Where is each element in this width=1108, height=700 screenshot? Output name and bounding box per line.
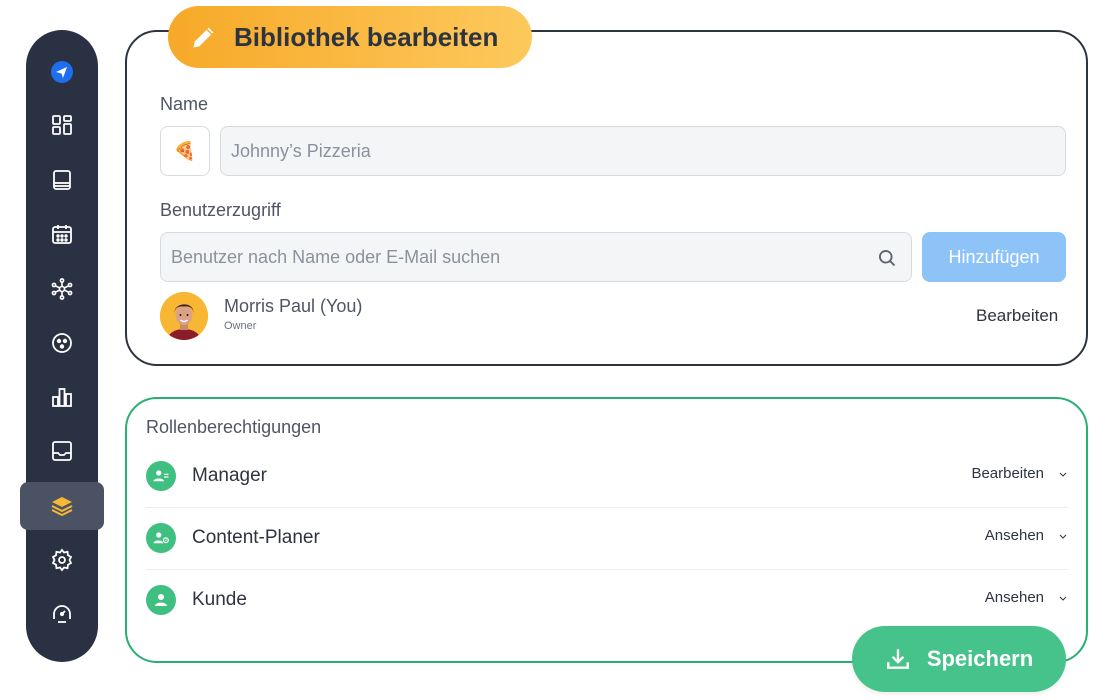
role-name: Content-Planer (192, 527, 320, 548)
save-button[interactable]: Speichern (852, 626, 1066, 692)
settings-icon[interactable] (44, 542, 80, 578)
dashboard-icon[interactable] (44, 107, 80, 143)
kunde-role-icon (146, 585, 176, 615)
role-name: Manager (192, 465, 267, 486)
layers-icon[interactable] (44, 488, 80, 524)
calendar-icon[interactable] (44, 216, 80, 252)
role-permission-value: Bearbeiten (971, 465, 1044, 482)
role-name: Kunde (192, 589, 247, 610)
library-name-field[interactable]: Johnny’s Pizzeria (220, 126, 1066, 176)
search-icon[interactable] (877, 248, 897, 268)
user-search-input[interactable]: Benutzer nach Name oder E-Mail suchen (160, 232, 912, 282)
chevron-down-icon (1059, 596, 1067, 601)
user-name: Morris Paul (You) (224, 296, 363, 316)
inbox-icon[interactable] (44, 433, 80, 469)
add-user-button[interactable]: Hinzufügen (922, 232, 1066, 282)
chevron-down-icon (1059, 534, 1067, 539)
user-access-label: Benutzerzugriff (160, 200, 281, 220)
emoji-picker-button[interactable]: 🍕 (160, 126, 210, 176)
role-row-kunde: Kunde Ansehen (146, 570, 1068, 632)
chevron-down-icon (1059, 472, 1067, 477)
page-title: Bibliothek bearbeiten (234, 21, 499, 52)
content-planer-role-icon (146, 523, 176, 553)
manager-role-icon (146, 461, 176, 491)
user-search-placeholder: Benutzer nach Name oder E-Mail suchen (171, 246, 501, 267)
user-role: Owner (224, 320, 257, 332)
pizza-icon: 🍕 (173, 140, 197, 161)
edit-user-button[interactable]: Bearbeiten (976, 306, 1058, 326)
analytics-icon[interactable] (44, 379, 80, 415)
support-icon[interactable] (44, 596, 80, 632)
role-permission-select[interactable]: Bearbeiten (971, 465, 1068, 482)
library-icon[interactable] (44, 162, 80, 198)
pencil-icon (193, 27, 214, 48)
avatar (160, 292, 208, 340)
emoji-icon[interactable] (44, 325, 80, 361)
send-logo-icon[interactable] (44, 54, 80, 90)
download-icon (886, 649, 909, 669)
role-row-content-planer: Content-Planer Ansehen (146, 508, 1068, 570)
role-permission-select[interactable]: Ansehen (985, 589, 1068, 606)
role-permissions-heading: Rollenberechtigungen (146, 417, 322, 437)
role-permission-value: Ansehen (984, 589, 1044, 606)
edit-library-title-pill: Bibliothek bearbeiten (168, 6, 532, 68)
role-permission-value: Ansehen (984, 527, 1044, 544)
role-permission-select[interactable]: Ansehen (985, 527, 1068, 544)
role-row-manager: Manager Bearbeiten (146, 446, 1068, 508)
save-button-label: Speichern (926, 646, 1034, 671)
network-icon[interactable] (44, 271, 80, 307)
name-label: Name (160, 94, 209, 114)
library-name-value: Johnny’s Pizzeria (231, 140, 371, 161)
